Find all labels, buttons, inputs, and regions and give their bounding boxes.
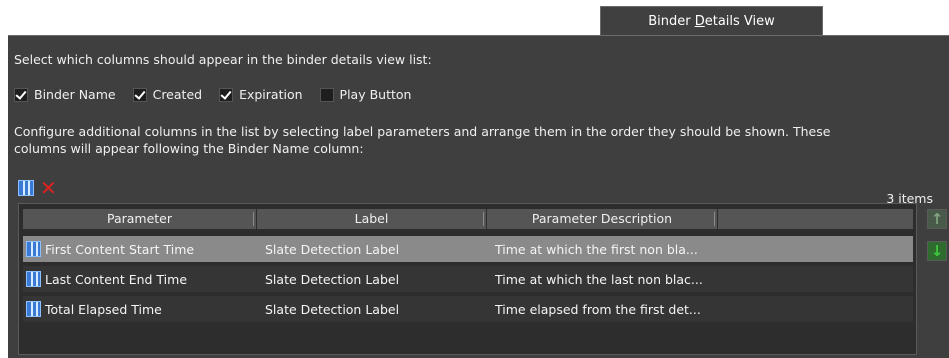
arrow-up-icon: ↑ — [930, 210, 944, 228]
arrow-down-icon: ↓ — [930, 242, 944, 260]
checkbox-box[interactable] — [319, 87, 334, 102]
configure-text-line1: Configure additional columns in the list… — [14, 124, 831, 139]
checkbox-label: Expiration — [239, 87, 303, 102]
tab-binder-details-view[interactable]: Binder Details View — [600, 6, 823, 35]
header-label: Parameter — [106, 211, 173, 226]
checkbox-label: Play Button — [339, 87, 412, 102]
grid-header: Parameter Label Parameter Description — [23, 209, 913, 229]
intro-text: Select which columns should appear in th… — [14, 52, 432, 67]
table-row[interactable]: First Content Start Time Slate Detection… — [23, 236, 913, 262]
table-row[interactable]: Last Content End Time Slate Detection La… — [23, 266, 913, 292]
checkbox-created[interactable]: Created — [132, 87, 203, 102]
table-row[interactable]: Total Elapsed Time Slate Detection Label… — [23, 296, 913, 322]
column-header-label[interactable]: Label — [257, 209, 487, 229]
row-parameter: First Content Start Time — [45, 241, 195, 257]
column-header-parameter-description[interactable]: Parameter Description — [487, 209, 718, 229]
column-checkboxes: Binder Name Created Expiration Play Butt… — [14, 87, 428, 102]
checkbox-play-button[interactable]: Play Button — [319, 87, 412, 102]
checkbox-box[interactable] — [132, 87, 147, 102]
checkbox-expiration[interactable]: Expiration — [219, 87, 303, 102]
parameter-grid: Parameter Label Parameter Description Fi… — [18, 203, 917, 355]
checkbox-box[interactable] — [219, 87, 234, 102]
tab-label-post: etails View — [704, 13, 775, 29]
header-label: Parameter Description — [531, 211, 673, 226]
row-description: Time at which the first non bla... — [495, 241, 698, 257]
grid-toolbar: ✕ — [18, 178, 57, 198]
column-header-empty[interactable] — [718, 209, 913, 229]
row-label: Slate Detection Label — [265, 271, 400, 287]
header-label: Label — [354, 211, 389, 226]
parameter-icon — [26, 241, 41, 257]
columns-icon[interactable] — [18, 180, 34, 196]
checkbox-label: Binder Name — [34, 87, 116, 102]
close-icon[interactable]: ✕ — [40, 178, 57, 198]
row-parameter: Last Content End Time — [45, 271, 188, 287]
move-down-button[interactable]: ↓ — [927, 241, 947, 261]
tab-label-accesskey: D — [694, 13, 705, 29]
tab-label-pre: Binder — [648, 13, 695, 29]
parameter-icon — [26, 301, 41, 317]
row-label: Slate Detection Label — [265, 301, 400, 317]
row-parameter: Total Elapsed Time — [45, 301, 162, 317]
checkbox-binder-name[interactable]: Binder Name — [14, 87, 116, 102]
row-description: Time elapsed from the first det... — [495, 301, 701, 317]
move-up-button[interactable]: ↑ — [927, 209, 947, 229]
configure-text-line2: columns will appear following the Binder… — [14, 141, 364, 156]
column-header-parameter[interactable]: Parameter — [23, 209, 257, 229]
checkbox-label: Created — [152, 87, 203, 102]
row-description: Time at which the last non blac... — [495, 271, 703, 287]
checkbox-box[interactable] — [14, 87, 28, 102]
row-label: Slate Detection Label — [265, 241, 400, 257]
parameter-icon — [26, 271, 41, 287]
